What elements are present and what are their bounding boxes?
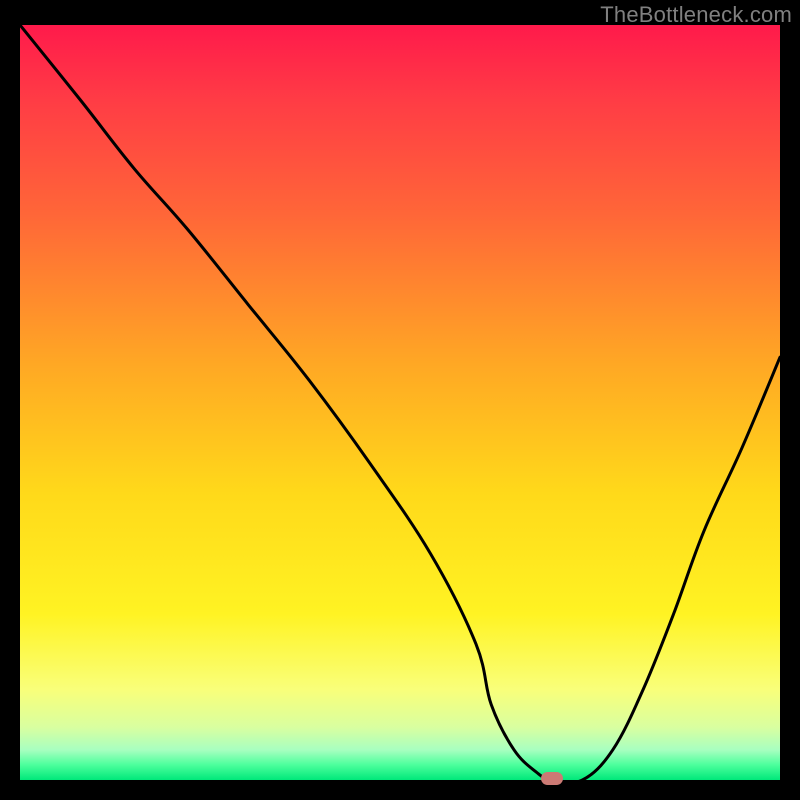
plot-area — [20, 25, 780, 780]
chart-frame: TheBottleneck.com — [0, 0, 800, 800]
optimal-marker — [541, 772, 563, 785]
curve-svg — [20, 25, 780, 780]
bottleneck-curve — [20, 25, 780, 780]
